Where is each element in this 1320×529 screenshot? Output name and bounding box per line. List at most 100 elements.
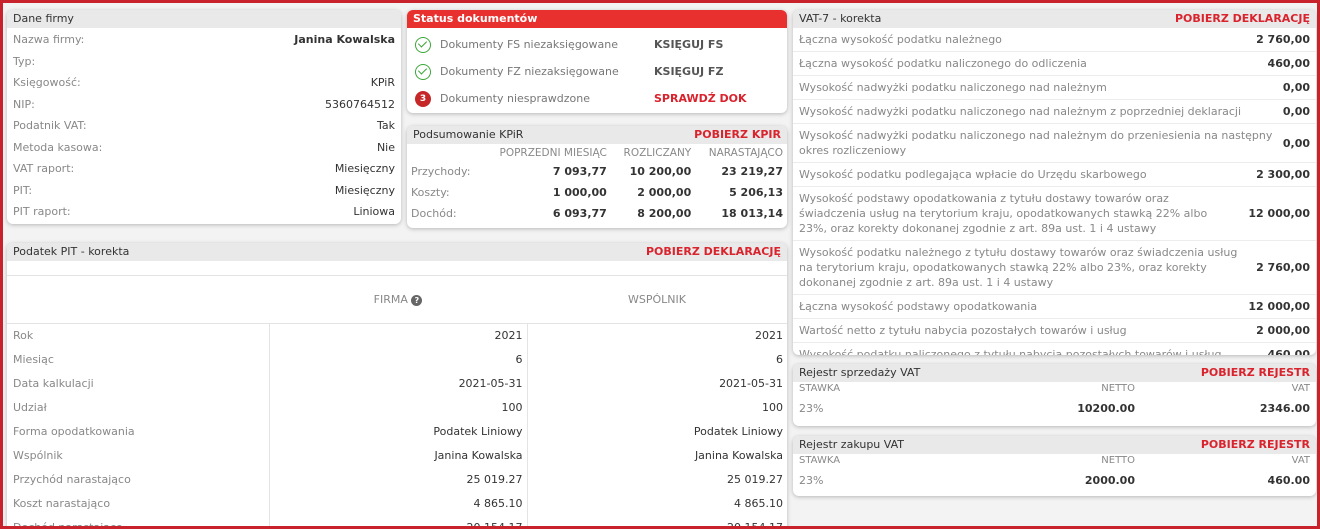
kpir-column-header: ROZLICZANY (623, 147, 692, 159)
company-detail-value: Janina Kowalska (294, 33, 395, 47)
kpir-column-header: POPRZEDNI MIESIĄC (499, 147, 607, 159)
check-circle-icon (415, 63, 431, 80)
vat7-row-value: 2 760,00 (1256, 261, 1310, 274)
status-action-button[interactable]: SPRAWDŹ DOK (654, 92, 747, 105)
vat7-card-title: VAT-7 - korekta (799, 12, 882, 25)
kpir-column-header: NARASTAJĄCO (708, 147, 783, 159)
download-purchase-register-button[interactable]: POBIERZ REJESTR (1201, 436, 1310, 454)
pit-card: Podatek PIT - korekta POBIERZ DEKLARACJĘ… (7, 243, 787, 526)
purchase-register-card: Rejestr zakupu VAT POBIERZ REJESTR STAWK… (793, 436, 1316, 496)
sales-register-title: Rejestr sprzedaży VAT (799, 366, 921, 379)
status-card-title: Status dokumentów (413, 12, 538, 25)
pit-wspolnik-value: Janina Kowalska (526, 443, 787, 468)
pit-firma-value: 100 (268, 395, 527, 420)
pit-row-label: Wspólnik (13, 449, 63, 462)
kpir-value: 7 093,77 (552, 165, 607, 178)
pit-firma-value: 6 (268, 347, 527, 372)
vat7-row-value: 2 000,00 (1256, 324, 1310, 337)
company-detail-row: Księgowość: KPiR (7, 72, 401, 94)
help-icon[interactable]: ? (411, 295, 423, 306)
kpir-value: 2 000,00 (637, 186, 692, 199)
sales-register-header: Rejestr sprzedaży VAT POBIERZ REJESTR (793, 364, 1316, 382)
vat7-row: Łączna wysokość podstawy opodatkowania 12… (793, 295, 1316, 319)
pit-wspolnik-value: 4 865.10 (526, 491, 787, 516)
vat7-row-label: Wysokość podatku podlegająca wpłacie do … (799, 168, 1147, 181)
pit-card-header: Podatek PIT - korekta POBIERZ DEKLARACJĘ (7, 243, 787, 261)
status-row: Dokumenty FZ niezaksięgowane KSIĘGUJ FZ (407, 58, 787, 85)
vat7-row-label: Łączna wysokość podatku należnego (799, 33, 1002, 46)
company-details-list: Nazwa firmy: Janina Kowalska Typ: Księgowoś… (7, 28, 401, 223)
vat7-row-value: 2 300,00 (1256, 168, 1310, 181)
pit-row-label: Przychód narastająco (13, 473, 131, 486)
vat7-row-label: Łączna wysokość podatku naliczonego do o… (799, 57, 1087, 70)
company-detail-row: Podatnik VAT: Tak (7, 115, 401, 137)
company-card-header: Dane firmy (7, 10, 401, 28)
vat7-row-value: 460,00 (1267, 348, 1310, 355)
company-card-title: Dane firmy (13, 12, 74, 25)
check-circle-icon (415, 36, 431, 53)
vat7-row: Wysokość podatku naliczonego z tytułu na… (793, 343, 1316, 355)
status-action-button[interactable]: KSIĘGUJ FS (654, 38, 723, 51)
pit-row: Data kalkulacji 2021-05-31 2021-05-31 (7, 371, 787, 396)
pit-row: Dochód narastająco 20 154.17 20 154.17 (7, 515, 787, 526)
pit-table-header: FIRMA ? WSPÓLNIK (7, 275, 787, 324)
status-card-header: Status dokumentów (407, 10, 787, 28)
kpir-value: 18 013,14 (721, 207, 783, 220)
pit-firma-value: Janina Kowalska (268, 443, 527, 468)
sales-register-row: 23% 10200.00 2346.00 (799, 401, 1310, 415)
kpir-value: 23 219,27 (721, 165, 783, 178)
pit-row-label: Udział (13, 401, 47, 414)
vat7-row: Wysokość podstawy opodatkowania z tytułu… (793, 187, 1316, 241)
status-label: Dokumenty FS niezaksięgowane (440, 38, 619, 51)
company-detail-row: Metoda kasowa: Nie (7, 137, 401, 159)
vat7-row-value: 12 000,00 (1248, 300, 1310, 313)
vat7-row-value: 460,00 (1267, 57, 1310, 70)
pit-col-wspolnik: WSPÓLNIK (527, 275, 787, 324)
kpir-value: 6 093,77 (552, 207, 607, 220)
pit-firma-value: Podatek Liniowy (268, 419, 527, 444)
pit-wspolnik-value: 100 (526, 395, 787, 420)
vat7-row-label: Wysokość nadwyżki podatku naliczonego na… (799, 81, 1107, 94)
purchase-register-title: Rejestr zakupu VAT (799, 438, 904, 451)
vat7-card-header: VAT-7 - korekta POBIERZ DEKLARACJĘ (793, 10, 1316, 28)
kpir-row: Przychody: 7 093,77 10 200,00 23 219,27 (407, 161, 787, 182)
company-detail-value: KPiR (370, 76, 395, 90)
vat7-row: Wartość netto z tytułu nabycia pozostały… (793, 319, 1316, 343)
company-detail-value: Liniowa (353, 205, 395, 219)
company-detail-value: Nie (376, 140, 395, 154)
company-detail-label: Typ: (13, 54, 36, 68)
download-vat7-declaration-button[interactable]: POBIERZ DEKLARACJĘ (1175, 10, 1310, 28)
company-detail-row: VAT raport: Miesięczny (7, 158, 401, 180)
company-detail-row: Typ: (7, 51, 401, 73)
kpir-table-header: POPRZEDNI MIESIĄC ROZLICZANY NARASTAJĄCO (407, 144, 787, 161)
status-row: Dokumenty FS niezaksięgowane KSIĘGUJ FS (407, 31, 787, 58)
vat7-row-value: 12 000,00 (1248, 207, 1310, 220)
pit-wspolnik-value: 2021 (526, 323, 787, 348)
company-detail-value: Miesięczny (334, 162, 395, 176)
vat7-row-value: 0,00 (1282, 105, 1310, 118)
company-detail-label: VAT raport: (13, 162, 75, 176)
status-action-button[interactable]: KSIĘGUJ FZ (654, 65, 723, 78)
company-detail-row: PIT: Miesięczny (7, 180, 401, 202)
vat7-row-label: Łączna wysokość podstawy opodatkowania (799, 300, 1038, 313)
company-detail-label: Nazwa firmy: (13, 33, 85, 47)
vat7-row-value: 0,00 (1282, 81, 1310, 94)
pit-card-title: Podatek PIT - korekta (13, 245, 130, 258)
pit-row-label: Koszt narastająco (13, 497, 111, 510)
status-card: Status dokumentów Dokumenty FS niezaksię… (407, 10, 787, 113)
status-list: Dokumenty FS niezaksięgowane KSIĘGUJ FS Do… (407, 28, 787, 112)
company-detail-row: Nazwa firmy: Janina Kowalska (7, 29, 401, 51)
pit-row: Przychód narastająco 25 019.27 25 019.27 (7, 467, 787, 492)
pit-row-label: Miesiąc (13, 353, 54, 366)
pit-firma-value: 2021-05-31 (268, 371, 527, 396)
pit-firma-value: 2021 (268, 323, 527, 348)
kpir-card-header: Podsumowanie KPiR POBIERZ KPIR (407, 126, 787, 144)
vat7-card: VAT-7 - korekta POBIERZ DEKLARACJĘ Łączn… (793, 10, 1316, 355)
download-pit-declaration-button[interactable]: POBIERZ DEKLARACJĘ (646, 243, 781, 261)
pit-wspolnik-value: Podatek Liniowy (526, 419, 787, 444)
download-sales-register-button[interactable]: POBIERZ REJESTR (1201, 364, 1310, 382)
kpir-row: Dochód: 6 093,77 8 200,00 18 013,14 (407, 203, 787, 224)
kpir-row: Koszty: 1 000,00 2 000,00 5 206,13 (407, 182, 787, 203)
vat7-row-value: 0,00 (1282, 136, 1310, 150)
download-kpir-button[interactable]: POBIERZ KPIR (694, 126, 781, 144)
